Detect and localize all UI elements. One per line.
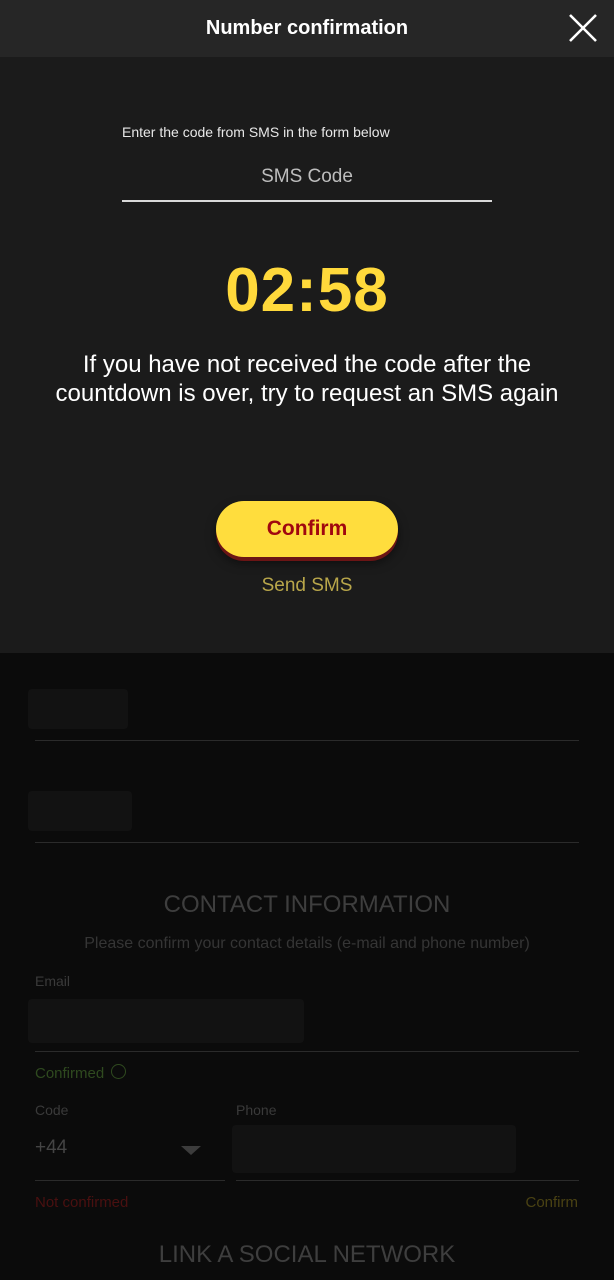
send-sms-link[interactable]: Send SMS <box>0 575 614 597</box>
background-page: CONTACT INFORMATION Please confirm your … <box>0 653 614 1280</box>
phone-value-blurred <box>232 1125 516 1173</box>
close-icon <box>569 14 597 42</box>
chevron-down-icon <box>181 1146 201 1155</box>
contact-info-subtitle: Please confirm your contact details (e-m… <box>84 935 530 952</box>
send-sms-label: Send SMS <box>261 575 353 596</box>
confirm-button[interactable]: Confirm <box>216 501 398 557</box>
email-status: Confirmed <box>35 1064 127 1082</box>
sms-code-input[interactable] <box>122 154 492 202</box>
contact-info-title: CONTACT INFORMATION <box>163 891 451 918</box>
countdown-notice: If you have not received the code after … <box>55 351 559 407</box>
social-network-title: LINK A SOCIAL NETWORK <box>158 1241 456 1268</box>
code-label: Code <box>35 1102 69 1118</box>
first-name-value-blurred <box>28 689 128 729</box>
phone-underline <box>236 1180 579 1181</box>
country-code-select: +44 <box>35 1137 68 1158</box>
close-button[interactable] <box>566 11 600 45</box>
check-circle-icon <box>111 1064 127 1079</box>
number-confirmation-modal: Number confirmation Enter the code from … <box>0 0 614 653</box>
last-name-value-blurred <box>28 791 132 831</box>
sms-instruction: Enter the code from SMS in the form belo… <box>122 124 390 140</box>
phone-status: Not confirmed <box>35 1194 129 1211</box>
last-name-field <box>35 842 579 843</box>
email-value-blurred <box>28 999 304 1043</box>
email-label: Email <box>35 973 71 989</box>
modal-header: Number confirmation <box>0 0 614 57</box>
email-status-text: Confirmed <box>35 1065 105 1082</box>
modal-title: Number confirmation <box>205 17 409 39</box>
first-name-field <box>35 740 579 741</box>
email-field <box>35 1051 579 1052</box>
phone-label: Phone <box>236 1102 277 1118</box>
code-underline <box>35 1180 225 1181</box>
phone-confirm-link: Confirm <box>525 1194 578 1211</box>
countdown-timer: 02:58 <box>225 256 389 325</box>
